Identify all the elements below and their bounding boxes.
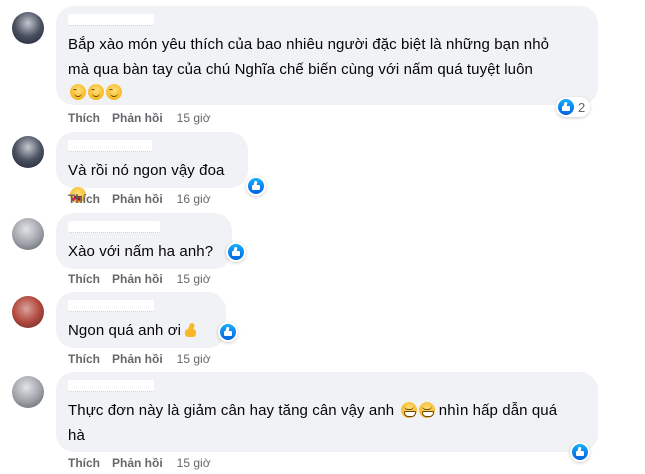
reaction-count-badge[interactable] — [226, 242, 246, 262]
like-reaction-icon — [248, 178, 264, 194]
avatar[interactable] — [12, 376, 44, 408]
reaction-count-badge[interactable] — [246, 176, 266, 196]
comment-actions: Thích Phản hồi 16 giờ — [68, 192, 211, 206]
comment-bubble: Xào với nấm ha anh? — [56, 213, 232, 269]
author-name[interactable] — [68, 380, 154, 392]
grin-emoji — [418, 402, 435, 418]
comment-1: Bắp xào món yêu thích của bao nhiêu ngườ… — [0, 0, 645, 128]
reaction-count-badge[interactable] — [570, 442, 590, 462]
comment-text-content: Thực đơn này là giảm cân hay tăng cân vậ… — [68, 402, 395, 419]
reply-button[interactable]: Phản hồi — [112, 456, 163, 470]
grin-emoji — [400, 402, 417, 418]
reaction-count-badge[interactable] — [218, 322, 238, 342]
comment-4: Ngon quá anh ơi Thích Phản hồi 15 giờ — [0, 290, 645, 370]
comment-5: Thực đơn này là giảm cân hay tăng cân vậ… — [0, 370, 645, 474]
author-name[interactable] — [68, 300, 154, 312]
comment-text-content: Xào với nấm ha anh? — [68, 243, 214, 260]
comment-bubble: Ngon quá anh ơi — [56, 292, 226, 348]
timestamp[interactable]: 15 giờ — [177, 456, 211, 470]
avatar[interactable] — [12, 296, 44, 328]
like-reaction-icon — [228, 244, 244, 260]
comment-text: Ngon quá anh ơi — [68, 318, 214, 343]
comment-text-line: Bắp xào món yêu thích của bao nhiêu ngườ… — [68, 36, 550, 53]
reply-button[interactable]: Phản hồi — [112, 192, 163, 206]
like-reaction-icon — [220, 324, 236, 340]
comment-text-content: nhìn hấp dẫn quá — [438, 402, 558, 419]
comment-bubble: Thực đơn này là giảm cân hay tăng cân vậ… — [56, 372, 598, 452]
reply-button[interactable]: Phản hồi — [112, 272, 163, 286]
comment-actions: Thích Phản hồi 15 giờ — [68, 352, 211, 366]
comment-actions: Thích Phản hồi 15 giờ — [68, 272, 211, 286]
smile-emoji — [88, 84, 104, 100]
author-name[interactable] — [68, 221, 160, 233]
timestamp[interactable]: 15 giờ — [177, 352, 211, 366]
like-button[interactable]: Thích — [68, 352, 100, 366]
like-reaction-icon — [558, 99, 574, 115]
comment-text-content: Và rồi nó ngon vậy đoa — [68, 162, 225, 179]
comment-bubble: Và rồi nó ngon vậy đoa — [56, 132, 248, 212]
comment-text: Xào với nấm ha anh? — [68, 239, 220, 264]
comment-text-content: Ngon quá anh ơi — [68, 322, 182, 339]
comment-text-line: mà qua bàn tay của chú Nghĩa chế biến cù… — [68, 61, 533, 78]
comment-text-line: Thực đơn này là giảm cân hay tăng cân vậ… — [68, 398, 586, 423]
like-button[interactable]: Thích — [68, 272, 100, 286]
reply-button[interactable]: Phản hồi — [112, 352, 163, 366]
smile-emoji — [106, 84, 122, 100]
author-name[interactable] — [68, 140, 152, 152]
like-reaction-icon — [572, 444, 588, 460]
timestamp[interactable]: 16 giờ — [177, 192, 211, 206]
reply-button[interactable]: Phản hồi — [112, 111, 163, 125]
avatar[interactable] — [12, 218, 44, 250]
comment-text: Bắp xào món yêu thích của bao nhiêu ngườ… — [68, 32, 586, 105]
comment-actions: Thích Phản hồi 15 giờ — [68, 111, 211, 125]
timestamp[interactable]: 15 giờ — [177, 272, 211, 286]
comment-text-line: hà — [68, 427, 85, 444]
reaction-count-badge[interactable]: 2 — [556, 97, 591, 117]
like-button[interactable]: Thích — [68, 111, 100, 125]
emoji-row — [68, 80, 586, 105]
comment-actions: Thích Phản hồi 15 giờ — [68, 456, 211, 470]
timestamp[interactable]: 15 giờ — [177, 111, 211, 125]
avatar[interactable] — [12, 12, 44, 44]
like-button[interactable]: Thích — [68, 192, 100, 206]
comment-2: Và rồi nó ngon vậy đoa Thích Phản hồi 16… — [0, 128, 645, 212]
like-count: 2 — [578, 99, 586, 115]
avatar[interactable] — [12, 136, 44, 168]
comment-bubble: Bắp xào món yêu thích của bao nhiêu ngườ… — [56, 6, 598, 105]
author-name[interactable] — [68, 14, 154, 26]
comment-text: Thực đơn này là giảm cân hay tăng cân vậ… — [68, 398, 586, 448]
smile-emoji — [70, 84, 86, 100]
comment-3: Xào với nấm ha anh? Thích Phản hồi 15 gi… — [0, 210, 645, 290]
thumbs-up-emoji — [183, 322, 199, 338]
like-button[interactable]: Thích — [68, 456, 100, 470]
